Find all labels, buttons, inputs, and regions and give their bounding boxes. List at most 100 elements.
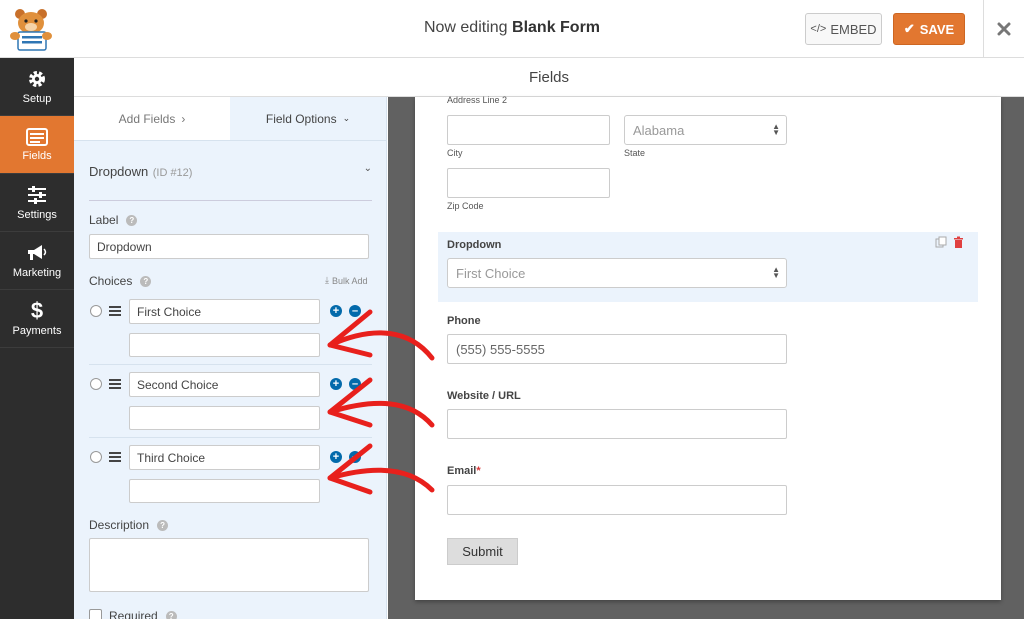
nav-item-fields[interactable]: Fields xyxy=(0,116,74,174)
nav-label: Payments xyxy=(12,324,62,337)
choice-input[interactable]: Third Choice xyxy=(129,445,320,470)
tab-add-fields[interactable]: Add Fields › xyxy=(74,97,230,140)
website-input[interactable] xyxy=(447,409,787,439)
left-nav: Setup Fields Settings Marketing $ Paymen… xyxy=(0,58,74,619)
help-icon[interactable]: ? xyxy=(157,519,169,531)
state-label: State xyxy=(624,148,646,158)
nav-label: Marketing xyxy=(12,266,62,279)
drag-handle-icon[interactable] xyxy=(109,452,121,462)
chevron-right-icon: › xyxy=(181,111,186,126)
address-line2-label: Address Line 2 xyxy=(447,95,508,105)
embed-button[interactable]: </> EMBED xyxy=(805,13,882,45)
choice-input[interactable]: Second Choice xyxy=(129,372,320,397)
tab-label: Add Fields xyxy=(118,111,176,126)
add-choice-icon[interactable]: + xyxy=(330,305,342,317)
required-label: Required ? xyxy=(109,609,177,619)
help-icon[interactable]: ? xyxy=(140,275,152,287)
choice-image-input[interactable] xyxy=(129,406,320,430)
add-choice-icon[interactable]: + xyxy=(330,378,342,390)
nav-label: Setup xyxy=(22,92,52,105)
download-icon: ⤓ xyxy=(325,275,329,285)
drag-handle-icon[interactable] xyxy=(109,306,121,316)
tab-field-options[interactable]: Field Options ⌄ xyxy=(230,97,386,140)
add-choice-icon[interactable]: + xyxy=(330,451,342,463)
phone-label: Phone xyxy=(447,315,481,327)
choice-image-input[interactable] xyxy=(129,479,320,503)
required-label-text: Required xyxy=(109,609,158,619)
description-heading: Description ? xyxy=(89,518,169,532)
website-label: Website / URL xyxy=(447,390,521,402)
bulk-add-link[interactable]: ⤓ Bulk Add xyxy=(325,275,368,286)
nav-item-setup[interactable]: Setup xyxy=(0,58,74,116)
select-arrows-icon: ▲ ▼ xyxy=(772,265,780,280)
nav-item-payments[interactable]: $ Payments xyxy=(0,290,74,348)
help-icon[interactable]: ? xyxy=(126,214,138,226)
field-options-header[interactable]: Dropdown (ID #12) ⌄ xyxy=(89,163,372,201)
tab-label: Field Options xyxy=(265,111,337,126)
dropdown-label: Dropdown xyxy=(447,239,502,251)
label-heading-text: Label xyxy=(89,213,119,227)
nav-label: Settings xyxy=(17,208,57,221)
phone-input[interactable]: (555) 555-5555 xyxy=(447,334,787,364)
label-input[interactable]: Dropdown xyxy=(89,234,369,259)
code-icon: </> xyxy=(810,23,827,35)
city-input[interactable] xyxy=(447,115,610,145)
embed-label: EMBED xyxy=(830,21,877,37)
zip-label: Zip Code xyxy=(447,201,484,211)
fields-icon xyxy=(26,127,48,146)
label-heading: Label ? xyxy=(89,213,138,227)
remove-choice-icon[interactable]: – xyxy=(349,451,361,463)
editing-prefix: Now editing xyxy=(423,19,508,36)
close-button[interactable] xyxy=(983,0,1024,58)
nav-item-marketing[interactable]: Marketing xyxy=(0,232,74,290)
choice-default-radio[interactable] xyxy=(90,305,102,317)
form-name: Blank Form xyxy=(512,19,601,36)
dropdown-select[interactable]: First Choice ▲ ▼ xyxy=(447,258,787,288)
section-title: Fields xyxy=(74,58,1024,97)
choice-input[interactable]: First Choice xyxy=(129,299,320,324)
dropdown-value: First Choice xyxy=(456,265,526,281)
check-icon: ✔ xyxy=(903,21,915,36)
close-icon xyxy=(997,22,1011,36)
state-value: Alabama xyxy=(633,122,685,138)
save-button[interactable]: ✔ SAVE xyxy=(893,13,965,45)
field-title: Dropdown xyxy=(89,164,149,179)
required-checkbox[interactable] xyxy=(89,609,102,619)
select-arrows-icon: ▲ ▼ xyxy=(772,122,780,137)
duplicate-icon[interactable] xyxy=(935,236,947,248)
submit-button[interactable]: Submit xyxy=(447,538,518,565)
choice-default-radio[interactable] xyxy=(90,378,102,390)
city-label: City xyxy=(447,148,463,158)
remove-choice-icon[interactable]: – xyxy=(349,305,361,317)
choice-image-input[interactable] xyxy=(129,333,320,357)
megaphone-icon xyxy=(28,244,47,260)
state-select[interactable]: Alabama ▲ ▼ xyxy=(624,115,787,145)
required-mark: * xyxy=(476,465,481,477)
bulk-add-label: Bulk Add xyxy=(331,275,368,286)
collapse-chevron-icon[interactable]: ⌄ xyxy=(364,163,372,200)
nav-label: Fields xyxy=(22,149,52,162)
zip-input[interactable] xyxy=(447,168,610,198)
save-label: SAVE xyxy=(919,21,955,37)
drag-handle-icon[interactable] xyxy=(109,379,121,389)
choices-heading: Choices ? xyxy=(89,274,152,288)
choice-default-radio[interactable] xyxy=(90,451,102,463)
sliders-icon xyxy=(28,185,46,204)
email-input[interactable] xyxy=(447,485,787,515)
description-heading-text: Description xyxy=(89,518,150,532)
email-label-text: Email xyxy=(447,465,477,477)
field-actions xyxy=(935,236,964,248)
form-preview: Address Line 2 Alabama ▲ ▼ City State Zip… xyxy=(415,95,1001,600)
divider xyxy=(89,364,372,365)
description-textarea[interactable] xyxy=(89,538,369,592)
remove-choice-icon[interactable]: – xyxy=(349,378,361,390)
help-icon[interactable]: ? xyxy=(165,610,177,619)
dollar-icon: $ xyxy=(30,297,44,323)
nav-item-settings[interactable]: Settings xyxy=(0,174,74,232)
email-label: Email* xyxy=(447,465,481,477)
choices-heading-text: Choices xyxy=(89,274,133,288)
divider xyxy=(89,437,372,438)
gear-icon xyxy=(29,70,45,87)
chevron-down-icon: ⌄ xyxy=(342,113,351,123)
trash-icon[interactable] xyxy=(953,236,964,248)
